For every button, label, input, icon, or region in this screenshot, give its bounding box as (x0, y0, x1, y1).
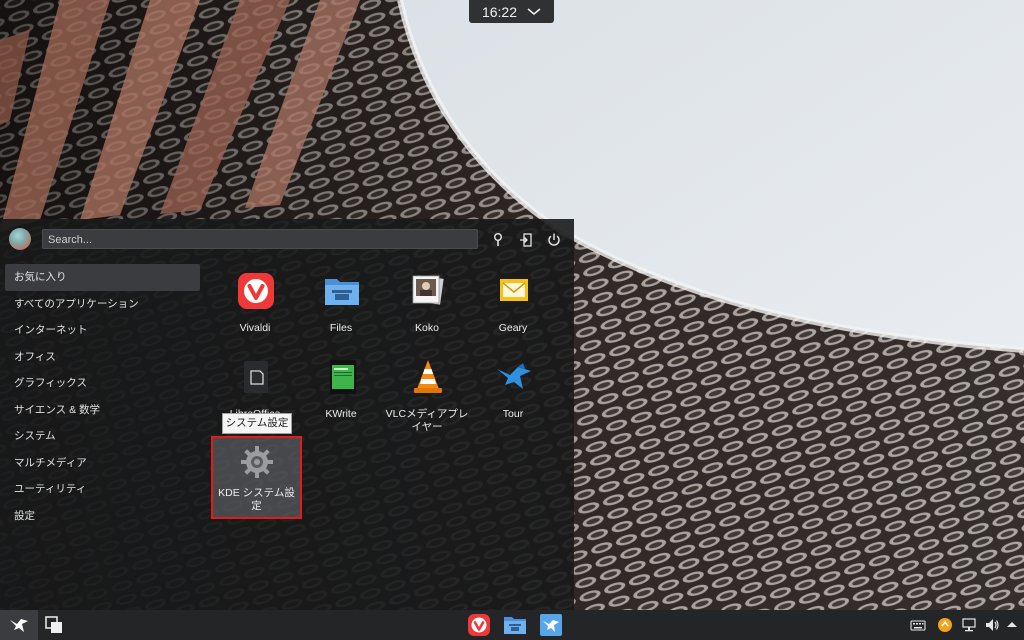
chevron-down-icon (527, 7, 541, 15)
category-science-math[interactable]: サイエンス & 数学 (0, 397, 205, 424)
volume-icon[interactable] (984, 617, 1000, 633)
menu-header: Search... (0, 219, 574, 260)
tooltip: システム設定 (222, 413, 292, 434)
tray-expand-icon[interactable] (1006, 617, 1018, 633)
power-icon[interactable] (546, 232, 562, 248)
lock-icon[interactable] (490, 232, 506, 248)
updates-icon[interactable] (937, 617, 953, 633)
clock-widget[interactable]: 16:22 (469, 0, 554, 23)
clock-time: 16:22 (481, 3, 518, 20)
taskbar (0, 610, 1024, 640)
folder-icon (504, 617, 526, 634)
category-office[interactable]: オフィス (0, 344, 205, 371)
keyboard-icon[interactable] (910, 617, 926, 633)
category-favorites[interactable]: お気に入り (5, 264, 200, 291)
search-input[interactable]: Search... (42, 229, 478, 249)
category-utilities[interactable]: ユーティリティ (0, 476, 205, 503)
launcher-button[interactable] (0, 610, 38, 640)
taskbar-tour[interactable] (537, 610, 565, 640)
network-icon[interactable] (961, 617, 977, 633)
user-avatar[interactable] (9, 228, 31, 250)
category-graphics[interactable]: グラフィックス (0, 370, 205, 397)
vivaldi-icon (468, 614, 490, 636)
category-multimedia[interactable]: マルチメディア (0, 450, 205, 477)
category-system[interactable]: システム (0, 423, 205, 450)
category-all-applications[interactable]: すべてのアプリケーション (0, 291, 205, 318)
category-internet[interactable]: インターネット (0, 317, 205, 344)
logout-icon[interactable] (518, 232, 534, 248)
tour-icon (540, 614, 562, 636)
launcher-bird-icon (10, 619, 28, 632)
category-settings[interactable]: 設定 (0, 503, 205, 530)
taskbar-files[interactable] (501, 610, 529, 640)
show-desktop-button[interactable] (42, 610, 66, 640)
show-desktop-icon (45, 616, 62, 633)
category-list: お気に入り すべてのアプリケーション インターネット オフィス グラフィックス … (0, 264, 205, 529)
taskbar-vivaldi[interactable] (465, 610, 493, 640)
